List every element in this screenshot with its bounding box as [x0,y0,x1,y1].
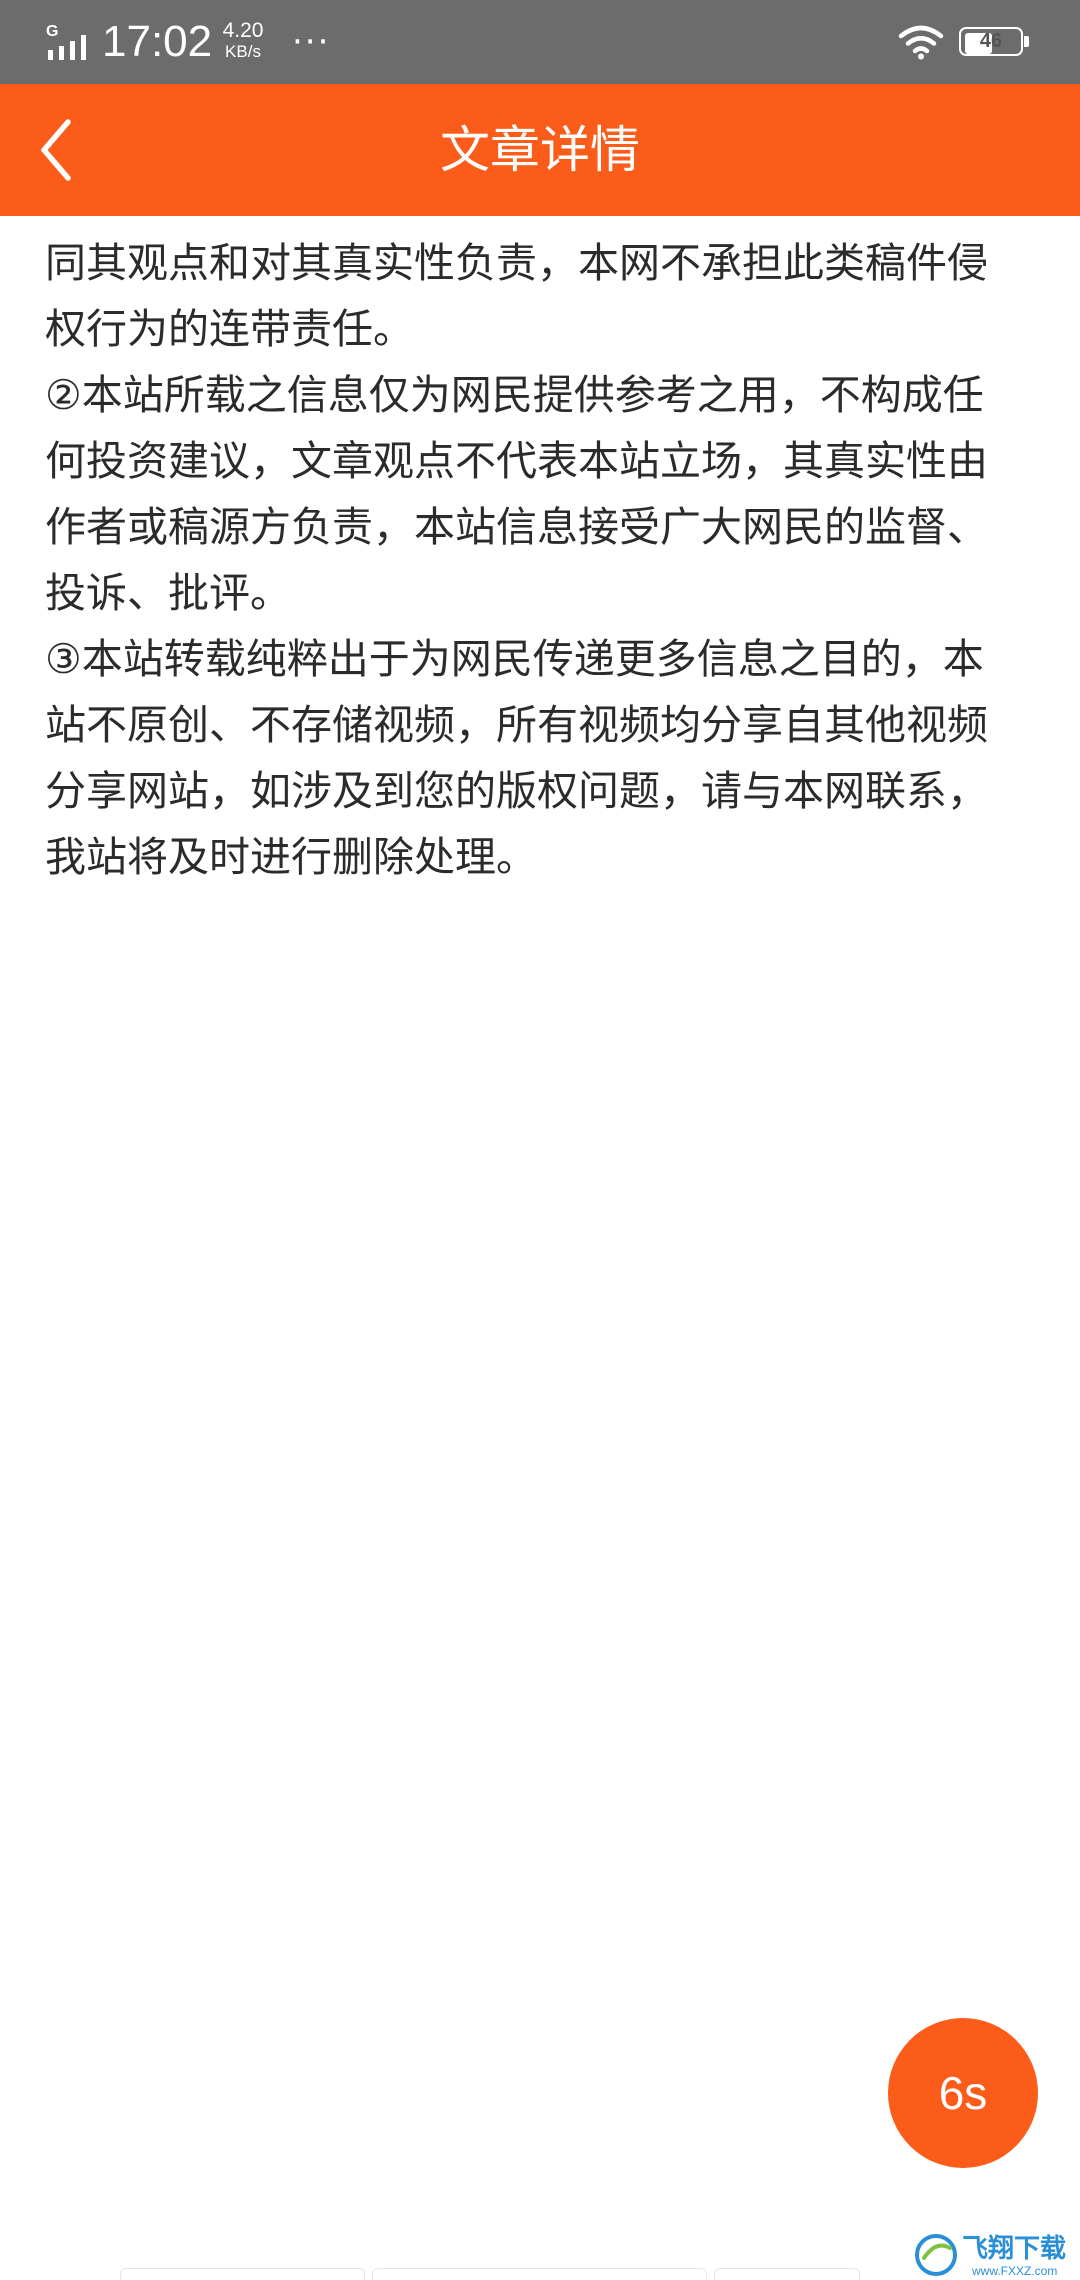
countdown-skip-button[interactable]: 6s [888,2018,1038,2168]
status-bar: G 17:02 4.20 KB/s ··· 46 [0,0,1080,84]
watermark-text: 飞翔下载 [962,2234,1067,2264]
article-line: ②本站所载之信息仅为网民提供参考之用，不构成任 [45,371,984,419]
article-line: 作者或稿源方负责，本站信息接受广大网民的监督、 [45,503,988,551]
wifi-icon [898,25,944,60]
article-line: 分享网站，如涉及到您的版权问题，请与本网联系， [45,767,988,815]
article-line: 投诉、批评。 [45,569,291,617]
status-time: 17:02 [102,17,213,66]
chevron-left-icon [41,119,71,181]
watermark-icon [915,2234,957,2276]
watermark-subtext: www.FXXZ.com [972,2264,1058,2278]
screen: G 17:02 4.20 KB/s ··· 46 文章详情 同其观点和对其真实性… [0,0,1080,2280]
net-speed-value: 4.20 [222,19,264,42]
app-header: 文章详情 [0,84,1080,216]
bottom-tab-edges [120,2268,860,2280]
article-line: ③本站转载纯粹出于为网民传递更多信息之目的，本 [45,635,984,683]
watermark-logo: 飞翔下载 www.FXXZ.com [910,2230,1080,2280]
page-title: 文章详情 [440,121,640,179]
article-line: 我站将及时进行删除处理。 [45,833,537,881]
net-speed-unit: KB/s [225,42,261,61]
net-speed: 4.20 KB/s [213,20,273,62]
article-line: 站不原创、不存储视频，所有视频均分享自其他视频 [45,701,988,749]
article-line: 权行为的连带责任。 [45,305,414,353]
article-body: 同其观点和对其真实性负责，本网不承担此类稿件侵 权行为的连带责任。 ②本站所载之… [45,230,1045,890]
article-line: 何投资建议，文章观点不代表本站立场，其真实性由 [45,437,988,485]
back-button[interactable] [30,110,110,190]
signal-icon: G [46,23,86,60]
battery-icon: 46 [959,27,1031,58]
battery-tip [1024,36,1029,47]
battery-level: 46 [979,30,1003,52]
article-line: 同其观点和对其真实性负责，本网不承担此类稿件侵 [45,239,988,287]
more-dots-icon: ··· [292,22,331,62]
network-type-label: G [46,23,58,40]
